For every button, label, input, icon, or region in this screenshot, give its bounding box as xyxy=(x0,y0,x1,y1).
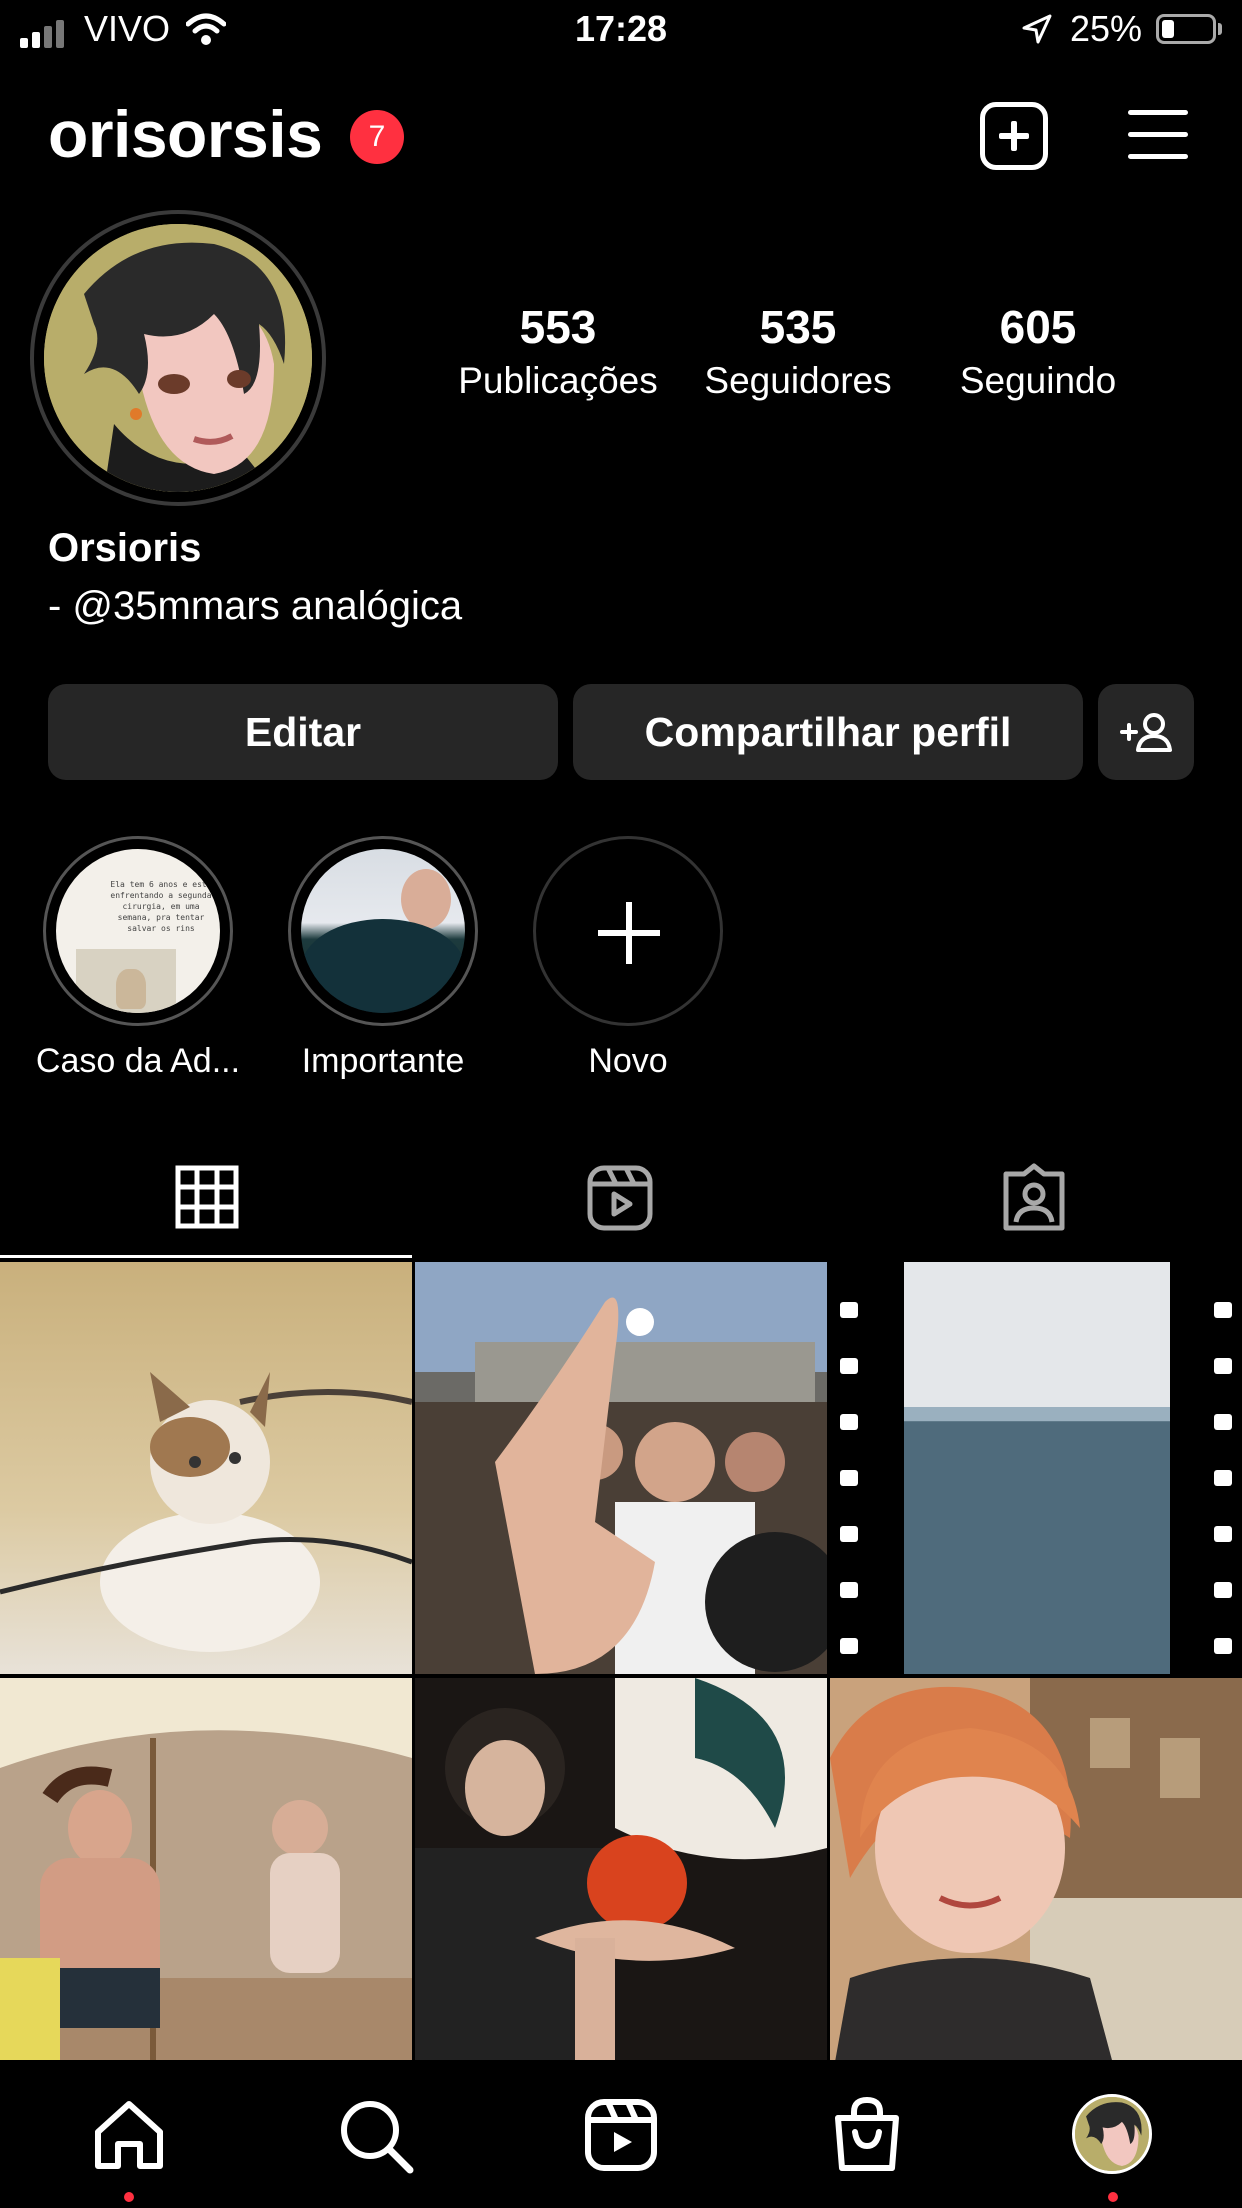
reels-icon xyxy=(585,2099,657,2171)
edit-profile-button[interactable]: Editar xyxy=(48,684,558,780)
shop-icon xyxy=(835,2096,899,2171)
stat-posts[interactable]: 553 Publicações xyxy=(438,300,678,402)
highlight-cover-text: Ela tem 6 anos e está enfrentando a segu… xyxy=(110,880,212,933)
highlight-cover: Ela tem 6 anos e está enfrentando a segu… xyxy=(56,849,220,1013)
battery-percent: 25% xyxy=(1070,8,1143,49)
search-icon xyxy=(341,2101,414,2174)
active-tab-indicator xyxy=(0,1255,412,1258)
post-thumbnail[interactable] xyxy=(0,1262,412,1674)
post-image-portrait xyxy=(830,1678,1242,2090)
stat-value: 605 xyxy=(999,301,1077,353)
tab-reels[interactable] xyxy=(414,1150,828,1260)
add-person-icon xyxy=(1120,713,1172,752)
nav-profile[interactable] xyxy=(1068,2090,1158,2202)
highlight-importante[interactable]: Importante xyxy=(288,836,478,1081)
nav-reels[interactable] xyxy=(576,2090,666,2180)
tab-tagged[interactable] xyxy=(828,1150,1242,1260)
nav-home[interactable] xyxy=(84,2090,174,2202)
new-post-button[interactable] xyxy=(980,102,1048,170)
stat-value: 535 xyxy=(759,301,837,353)
highlight-label: Novo xyxy=(588,1042,668,1080)
nav-shop[interactable] xyxy=(822,2090,912,2180)
post-image-cat xyxy=(0,1262,412,1674)
stat-label: Seguindo xyxy=(959,360,1117,401)
post-thumbnail[interactable] xyxy=(0,1678,412,2090)
highlight-cover xyxy=(301,849,465,1013)
clock: 17:28 xyxy=(574,8,668,49)
nav-search[interactable] xyxy=(330,2090,420,2180)
highlight-label: Importante xyxy=(301,1042,465,1080)
notification-badge[interactable]: 7 xyxy=(350,110,404,164)
highlight-label: Caso da Ad... xyxy=(35,1042,241,1080)
profile-avatar xyxy=(1072,2094,1152,2174)
share-profile-button[interactable]: Compartilhar perfil xyxy=(573,684,1083,780)
discover-people-button[interactable] xyxy=(1098,684,1194,780)
active-dot xyxy=(124,2192,134,2202)
bio: - @35mmars analógica xyxy=(48,584,463,628)
display-name: Orsioris xyxy=(48,526,202,570)
post-thumbnail[interactable] xyxy=(415,1678,827,2090)
profile-avatar[interactable] xyxy=(44,224,312,492)
home-icon xyxy=(95,2101,163,2169)
battery-tip xyxy=(1218,23,1222,35)
username-switcher[interactable]: orisorsis xyxy=(48,96,323,172)
stat-following[interactable]: 605 Seguindo xyxy=(918,300,1158,402)
avatar-illustration xyxy=(44,224,312,492)
stat-label: Seguidores xyxy=(704,360,892,401)
highlight-ring xyxy=(288,836,478,1026)
new-highlight-button[interactable]: Novo xyxy=(533,836,723,1081)
stat-label: Publicações xyxy=(458,360,658,401)
post-image-crowd xyxy=(415,1262,827,1674)
plus-icon xyxy=(533,836,723,1026)
tab-posts-grid[interactable] xyxy=(0,1150,414,1260)
reels-icon xyxy=(587,1165,653,1231)
status-bar: VIVO 17:28 25% xyxy=(0,0,1242,62)
highlight-ring: Ela tem 6 anos e está enfrentando a segu… xyxy=(43,836,233,1026)
post-image-bowl xyxy=(415,1678,827,2090)
active-dot xyxy=(1108,2192,1118,2202)
stat-value: 553 xyxy=(519,301,597,353)
post-image-beach xyxy=(0,1678,412,2090)
highlight-caso-da-ad[interactable]: Ela tem 6 anos e está enfrentando a segu… xyxy=(36,836,240,1081)
stat-followers[interactable]: 535 Seguidores xyxy=(678,300,918,402)
location-arrow-icon xyxy=(1022,14,1052,44)
menu-button[interactable] xyxy=(1128,110,1188,160)
grid-icon xyxy=(175,1165,239,1229)
tagged-icon xyxy=(1003,1163,1065,1231)
battery-icon xyxy=(1156,14,1216,44)
post-thumbnail[interactable] xyxy=(830,1678,1242,2090)
post-thumbnail[interactable] xyxy=(830,1262,1242,1674)
post-image-sea xyxy=(830,1262,1242,1674)
post-thumbnail[interactable] xyxy=(415,1262,827,1674)
